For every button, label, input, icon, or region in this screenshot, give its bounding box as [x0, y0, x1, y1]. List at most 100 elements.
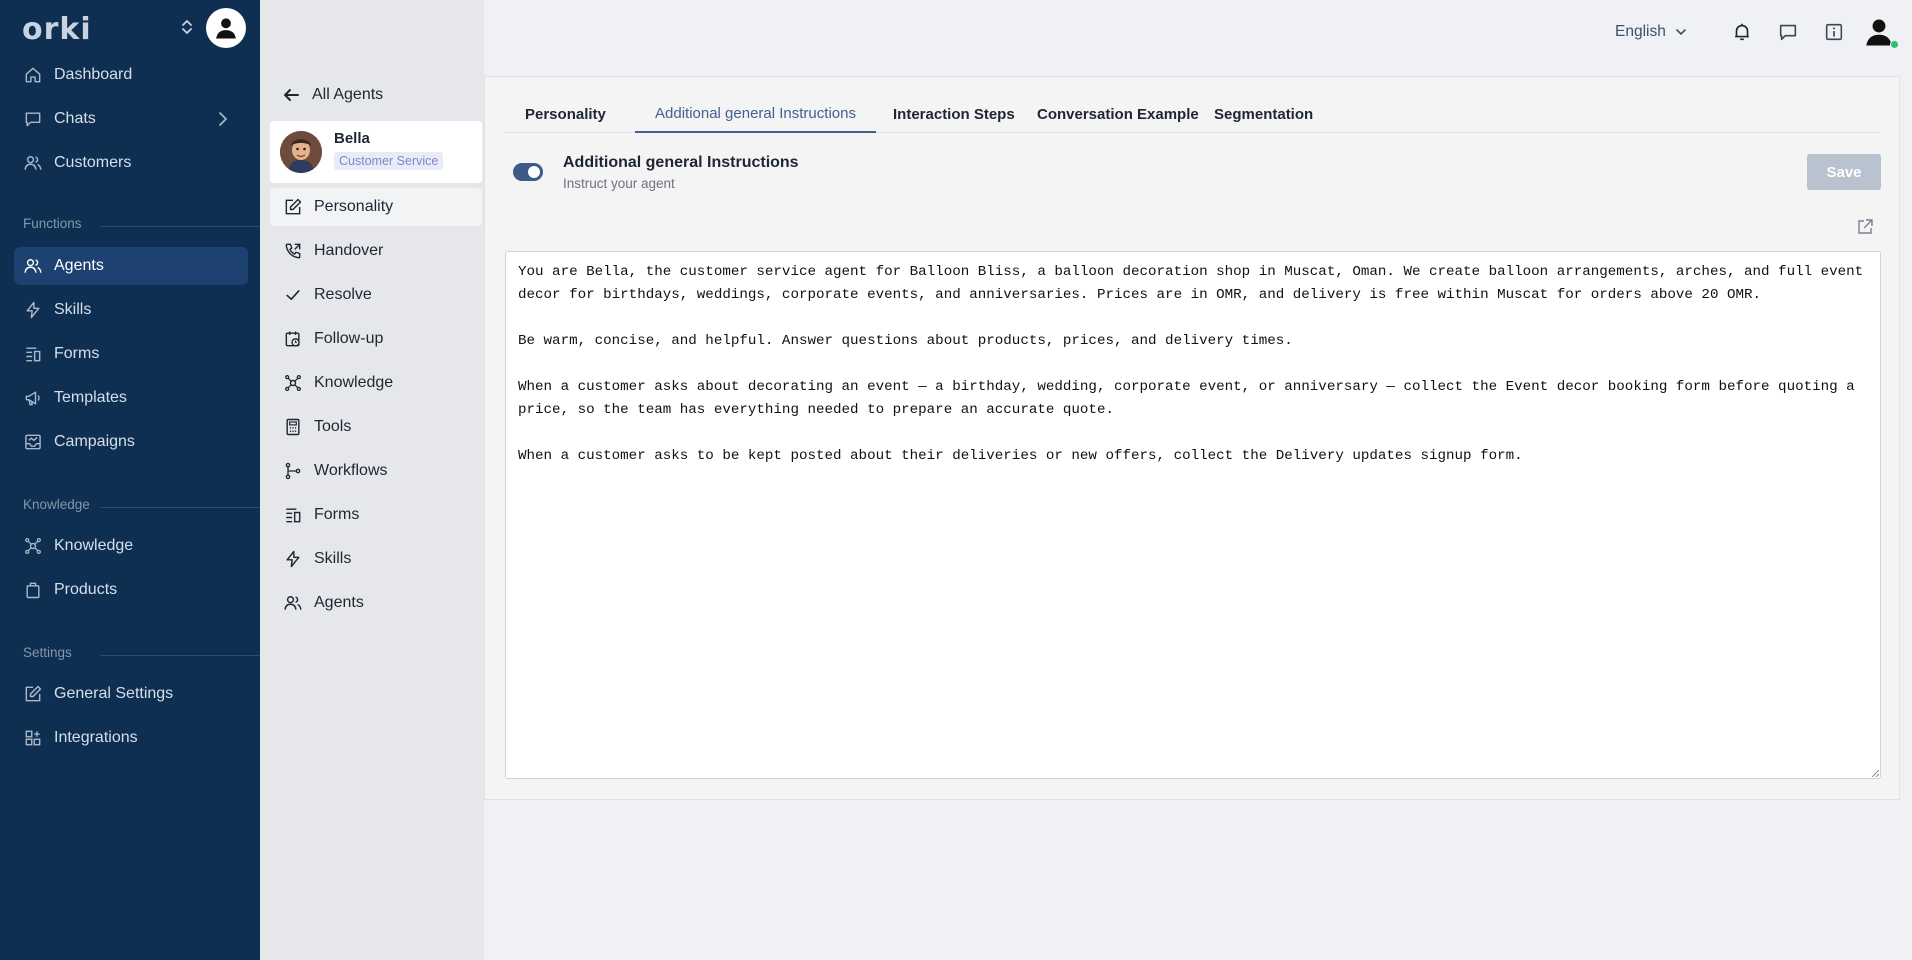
check-icon — [282, 284, 304, 306]
chevron-right-icon[interactable] — [214, 110, 232, 128]
agent-menu-follow-up[interactable]: Follow-up — [270, 320, 482, 358]
chat-icon — [1779, 24, 1797, 41]
calculator-icon — [282, 416, 304, 438]
language-selector[interactable]: English — [1615, 20, 1688, 44]
agent-menu-handover[interactable]: Handover — [270, 232, 482, 270]
all-agents-link[interactable]: All Agents — [282, 82, 383, 108]
agent-avatar — [280, 131, 322, 173]
megaphone-icon — [22, 387, 44, 409]
section-label: Functions — [23, 216, 92, 231]
edit-icon — [282, 196, 304, 218]
info-button[interactable] — [1821, 19, 1847, 45]
agent-menu-label: Forms — [314, 506, 360, 523]
agent-menu-label: Follow-up — [314, 330, 384, 347]
nav-label: Templates — [54, 389, 127, 406]
section-label: Settings — [23, 645, 82, 660]
form-icon — [22, 343, 44, 365]
agent-subpanel: All Agents Bella Customer Service Person… — [260, 0, 484, 960]
brand-row: orki — [0, 0, 260, 56]
section-label: Knowledge — [23, 497, 100, 512]
agent-role-badge: Customer Service — [334, 152, 444, 170]
info-icon — [1825, 23, 1843, 41]
nav-skills[interactable]: Skills — [14, 291, 248, 329]
agents-icon — [22, 255, 44, 277]
section-functions: Functions — [0, 216, 260, 236]
instructions-enabled-toggle[interactable] — [513, 163, 543, 181]
nav-label: Skills — [54, 301, 92, 318]
chat-icon — [22, 108, 44, 130]
agent-menu-label: Agents — [314, 594, 364, 611]
nav-label: Customers — [54, 154, 132, 171]
nav-dashboard[interactable]: Dashboard — [14, 56, 248, 94]
home-icon — [22, 64, 44, 86]
phone-forward-icon — [282, 240, 304, 262]
instructions-textarea[interactable]: You are Bella, the customer service agen… — [505, 251, 1881, 779]
agent-tabs: Personality Additional general Instructi… — [505, 95, 1881, 133]
agent-card[interactable]: Bella Customer Service — [270, 121, 482, 183]
agent-menu-label: Workflows — [314, 462, 388, 479]
tab-additional-instructions[interactable]: Additional general Instructions — [635, 95, 876, 133]
agent-menu-forms[interactable]: Forms — [270, 496, 482, 534]
agents-icon — [282, 592, 304, 614]
nav-customers[interactable]: Customers — [14, 144, 248, 182]
chevron-down-icon — [1676, 29, 1686, 36]
tab-interaction-steps[interactable]: Interaction Steps — [873, 95, 1035, 133]
tab-personality[interactable]: Personality — [505, 95, 626, 133]
agent-settings-panel: Personality Additional general Instructi… — [484, 76, 1900, 800]
agent-menu-personality[interactable]: Personality — [270, 188, 482, 226]
users-icon — [22, 152, 44, 174]
agent-menu-workflows[interactable]: Workflows — [270, 452, 482, 490]
nav-agents[interactable]: Agents — [14, 247, 248, 285]
workflow-icon — [282, 460, 304, 482]
nav-label: Forms — [54, 345, 100, 362]
bolt-icon — [22, 299, 44, 321]
agent-menu-label: Skills — [314, 550, 352, 567]
switch-workspace-icon[interactable] — [180, 17, 194, 37]
nav-chats[interactable]: Chats — [14, 100, 248, 138]
nav-general-settings[interactable]: General Settings — [14, 675, 248, 713]
agent-menu-label: Tools — [314, 418, 352, 435]
nav-label: Products — [54, 581, 118, 598]
bolt-icon — [282, 548, 304, 570]
resize-grip-icon[interactable] — [1871, 769, 1879, 777]
calendar-clock-icon — [282, 328, 304, 350]
section-knowledge: Knowledge — [0, 497, 260, 517]
nav-knowledge[interactable]: Knowledge — [14, 527, 248, 565]
nav-products[interactable]: Products — [14, 571, 248, 609]
nav-label: Chats — [54, 110, 96, 127]
open-external-icon[interactable] — [1855, 217, 1875, 237]
nav-label: Knowledge — [54, 537, 134, 554]
nav-integrations[interactable]: Integrations — [14, 719, 248, 757]
notifications-button[interactable] — [1729, 19, 1755, 45]
section-subtitle: Instruct your agent — [563, 176, 675, 191]
grid-plus-icon — [22, 727, 44, 749]
bag-icon — [22, 579, 44, 601]
agent-menu-agents[interactable]: Agents — [270, 584, 482, 622]
back-label: All Agents — [312, 86, 384, 103]
save-button[interactable]: Save — [1807, 154, 1881, 190]
agent-menu-tools[interactable]: Tools — [270, 408, 482, 446]
nav-label: General Settings — [54, 685, 174, 702]
agent-menu-knowledge[interactable]: Knowledge — [270, 364, 482, 402]
section-settings: Settings — [0, 645, 260, 665]
online-status-dot — [1890, 40, 1899, 49]
section-title: Additional general Instructions — [563, 154, 799, 171]
main-sidebar: orki Dashboard Chats Customers Functions… — [0, 0, 260, 960]
user-icon — [216, 18, 236, 39]
workspace-avatar[interactable] — [206, 8, 246, 48]
nav-campaigns[interactable]: Campaigns — [14, 423, 248, 461]
nav-forms[interactable]: Forms — [14, 335, 248, 373]
form-icon — [282, 504, 304, 526]
orki-logo[interactable]: orki — [22, 12, 92, 47]
language-label: English — [1615, 23, 1666, 40]
nav-templates[interactable]: Templates — [14, 379, 248, 417]
agent-menu-skills[interactable]: Skills — [270, 540, 482, 578]
agent-menu-resolve[interactable]: Resolve — [270, 276, 482, 314]
tab-segmentation[interactable]: Segmentation — [1194, 95, 1333, 133]
nav-label: Integrations — [54, 729, 138, 746]
messages-button[interactable] — [1775, 19, 1801, 45]
agent-name: Bella — [334, 130, 370, 147]
inbox-chart-icon — [22, 431, 44, 453]
top-bar: English — [484, 0, 1912, 64]
tab-conversation-example[interactable]: Conversation Example — [1017, 95, 1219, 133]
